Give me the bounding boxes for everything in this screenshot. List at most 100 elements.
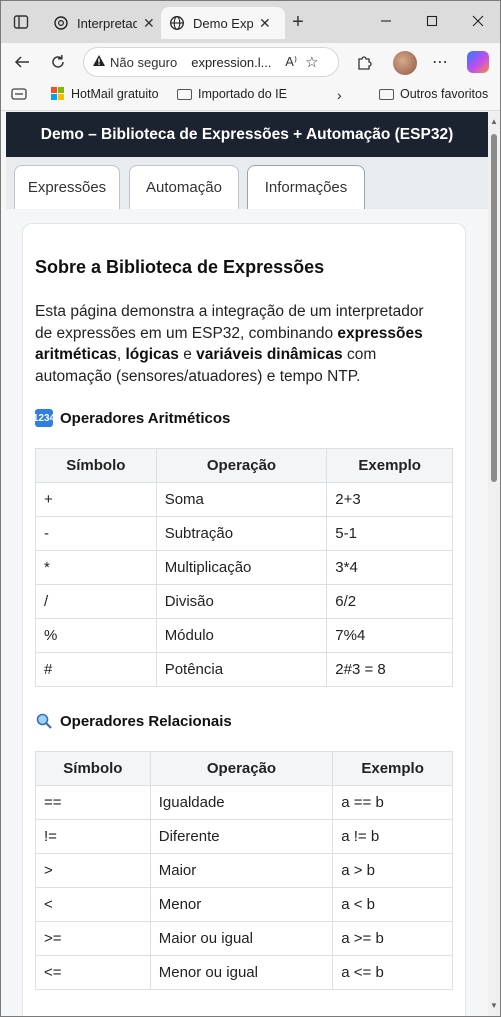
favorite-label: Importado do IE	[198, 87, 287, 101]
table-row: + Soma 2+3	[35, 482, 453, 517]
cell-operation: Multiplicação	[155, 550, 328, 585]
address-bar-row: Não seguro expression.l... A⁾ ☆ ⋯	[1, 43, 500, 81]
cell-symbol: -	[35, 516, 157, 551]
avatar[interactable]	[393, 51, 417, 75]
arith-heading-text: Operadores Aritméticos	[60, 409, 231, 427]
app-header: Demo – Biblioteca de Expressões + Automa…	[6, 112, 488, 157]
arith-heading: 1234 Operadores Aritméticos	[33, 409, 231, 427]
column-header: Símbolo	[35, 751, 151, 786]
cell-operation: Diferente	[149, 819, 334, 854]
cell-operation: Maior ou igual	[149, 921, 334, 956]
copilot-icon[interactable]	[467, 51, 489, 73]
favorite-label: Outros favoritos	[400, 87, 489, 101]
table-header-row: Símbolo Operação Exemplo	[35, 751, 453, 786]
cell-example: 3*4	[326, 550, 453, 585]
cell-example: a != b	[332, 819, 453, 854]
close-icon[interactable]: ✕	[143, 15, 155, 32]
page-viewport[interactable]: Demo – Biblioteca de Expressões + Automa…	[1, 112, 500, 1016]
tab-title: Demo Expre	[193, 15, 253, 31]
intro-bold-vars: variáveis dinâmicas	[196, 346, 343, 363]
table-row: % Módulo 7%4	[35, 618, 453, 653]
scrollbar-thumb[interactable]	[491, 134, 497, 482]
vertical-scrollbar[interactable]: ▲ ▼	[488, 112, 500, 1016]
url-text[interactable]: expression.l...	[191, 55, 277, 70]
cell-example: a == b	[332, 785, 453, 820]
info-card: Sobre a Biblioteca de Expressões Esta pá…	[22, 223, 466, 1016]
chevron-right-icon[interactable]: ›	[337, 87, 342, 103]
cell-symbol: *	[35, 550, 157, 585]
browser-window: Interpretado ✕ Demo Expre ✕ +	[0, 0, 501, 1017]
cell-operation: Potência	[155, 652, 328, 687]
column-header: Operação	[155, 448, 328, 483]
chatgpt-icon	[53, 15, 69, 31]
cell-example: 5-1	[326, 516, 453, 551]
browser-tab-2[interactable]: Demo Expre ✕	[161, 7, 285, 39]
favorite-star-icon[interactable]: ☆	[305, 53, 318, 71]
back-icon[interactable]	[11, 51, 33, 73]
tab-title: Interpretado	[77, 15, 137, 31]
security-label[interactable]: Não seguro	[110, 55, 177, 70]
rel-heading: Operadores Relacionais	[35, 712, 232, 730]
globe-icon	[169, 15, 185, 31]
cell-symbol: /	[35, 584, 157, 619]
favorites-toggle-icon[interactable]	[11, 87, 27, 101]
sidebar-icon[interactable]	[11, 12, 31, 32]
cell-operation: Menor ou igual	[149, 955, 334, 990]
cell-symbol: ==	[35, 785, 151, 820]
column-header: Exemplo	[332, 751, 453, 786]
rel-heading-text: Operadores Relacionais	[60, 712, 232, 730]
cell-symbol: <	[35, 887, 151, 922]
scroll-up-icon[interactable]: ▲	[490, 118, 498, 126]
table-row: != Diferente a != b	[35, 819, 453, 854]
rel-table: Símbolo Operação Exemplo == Igualdade a ==…	[35, 751, 453, 990]
cell-example: 6/2	[326, 584, 453, 619]
column-header: Símbolo	[35, 448, 157, 483]
cell-symbol: %	[35, 618, 157, 653]
scroll-down-icon[interactable]: ▼	[490, 1002, 498, 1010]
table-row: > Maior a > b	[35, 853, 453, 888]
cell-operation: Soma	[155, 482, 328, 517]
table-row: >= Maior ou igual a >= b	[35, 921, 453, 956]
table-row: <= Menor ou igual a <= b	[35, 955, 453, 990]
address-bar[interactable]: Não seguro expression.l... A⁾ ☆	[83, 47, 339, 77]
browser-tab-1[interactable]: Interpretado ✕	[45, 7, 165, 39]
favorite-hotmail[interactable]: HotMail gratuito	[51, 87, 159, 101]
favorite-other[interactable]: Outros favoritos	[379, 87, 488, 101]
intro-bold-logic: lógicas	[125, 346, 179, 363]
column-header: Operação	[149, 751, 334, 786]
cell-example: a > b	[332, 853, 453, 888]
cell-example: 2+3	[326, 482, 453, 517]
minimize-icon[interactable]	[376, 11, 396, 31]
cell-symbol: >=	[35, 921, 151, 956]
cell-symbol: +	[35, 482, 157, 517]
tab-strip: Interpretado ✕ Demo Expre ✕ +	[1, 1, 500, 43]
cell-example: 2#3 = 8	[326, 652, 453, 687]
microsoft-icon	[51, 87, 65, 101]
window-close-icon[interactable]	[468, 11, 488, 31]
plus-icon[interactable]: +	[288, 11, 308, 33]
table-row: - Subtração 5-1	[35, 516, 453, 551]
read-aloud-icon[interactable]: A⁾	[285, 54, 297, 70]
reload-icon[interactable]	[47, 51, 69, 73]
arith-table: Símbolo Operação Exemplo + Soma 2+3 - Subtr…	[35, 448, 453, 687]
table-row: / Divisão 6/2	[35, 584, 453, 619]
close-icon[interactable]: ✕	[259, 15, 271, 32]
tab-informacoes[interactable]: Informações	[247, 165, 365, 209]
cell-example: a >= b	[332, 921, 453, 956]
cell-operation: Divisão	[155, 584, 328, 619]
more-menu-icon[interactable]: ⋯	[429, 51, 451, 73]
warning-icon[interactable]	[92, 54, 106, 70]
cell-symbol: !=	[35, 819, 151, 854]
favorite-imported-ie[interactable]: Importado do IE	[177, 87, 287, 101]
column-header: Exemplo	[326, 448, 453, 483]
tab-expressoes[interactable]: Expressões	[14, 165, 120, 209]
maximize-icon[interactable]	[422, 11, 442, 31]
tab-automacao[interactable]: Automação	[129, 165, 239, 209]
table-row: == Igualdade a == b	[35, 785, 453, 820]
numbers-icon: 1234	[33, 409, 55, 427]
extensions-icon[interactable]	[353, 51, 375, 73]
table-row: # Potência 2#3 = 8	[35, 652, 453, 687]
table-row: < Menor a < b	[35, 887, 453, 922]
cell-symbol: <=	[35, 955, 151, 990]
intro-sep: e	[178, 346, 197, 363]
